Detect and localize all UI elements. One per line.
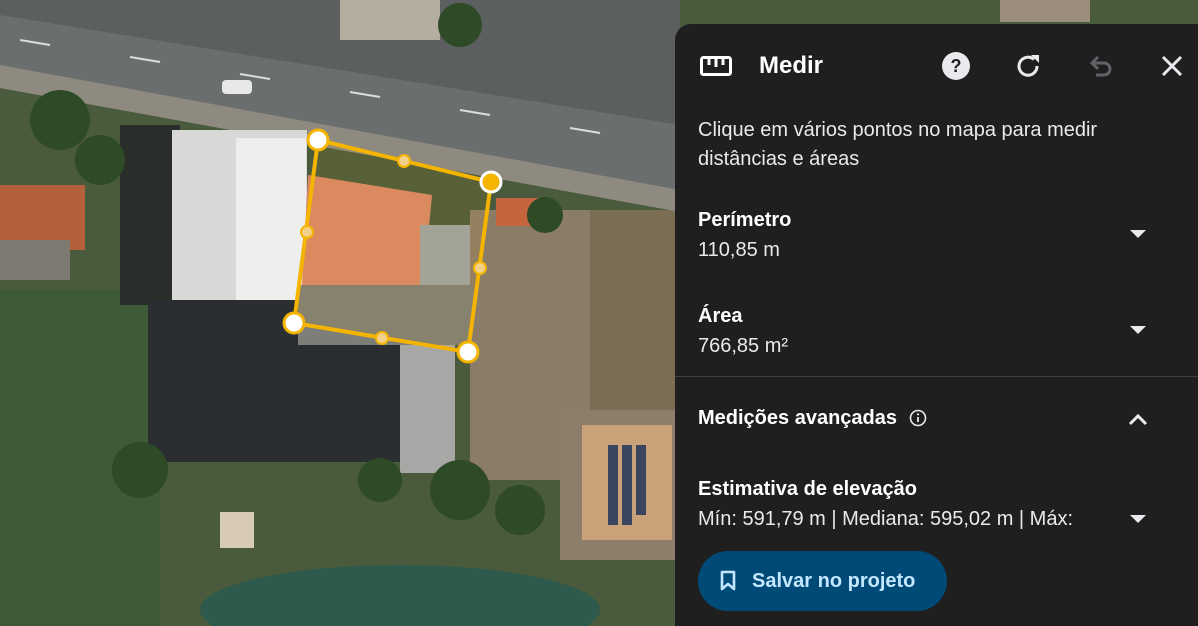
white-warehouse-light [236,138,306,303]
area-section[interactable]: Área 766,85 m² [675,300,1198,376]
caret-down-icon[interactable] [1126,507,1150,531]
midpoint-handle[interactable] [473,261,487,275]
midpoint-handle[interactable] [397,154,411,168]
advanced-label-text: Medições avançadas [698,407,897,429]
building-top-right [1000,0,1090,22]
vertex-handle[interactable] [456,340,480,364]
court-side [400,345,455,473]
advanced-measurements-label: Medições avançadas [698,407,927,433]
panel-header: Medir ? [675,24,1198,108]
elevation-label: Estimativa de elevação [698,478,918,500]
house-roof-gray [0,240,70,280]
panel-footer: Salvar no projeto [675,538,1198,626]
help-icon[interactable]: ? [938,48,974,84]
reset-icon[interactable] [1010,48,1046,84]
undo-icon[interactable] [1082,48,1118,84]
warehouse-shadow [120,125,180,305]
dirt-lot-2 [590,210,680,410]
measure-panel: Medir ? Clique em vários pontos no mapa … [675,24,1198,626]
area-value: 766,85 m² [698,335,789,357]
midpoint-handle[interactable] [300,225,314,239]
bookmark-icon [720,570,736,592]
ruler-icon [698,48,734,84]
panel-title: Medir [759,52,824,79]
save-button-label: Salvar no projeto [752,569,916,592]
close-icon[interactable] [1154,48,1190,84]
solar-panels [608,445,646,525]
elevation-section[interactable]: Estimativa de elevação Mín: 591,79 m | M… [675,474,1198,538]
car [222,80,252,94]
svg-text:?: ? [951,56,962,76]
info-icon[interactable] [909,409,927,433]
midpoint-handle[interactable] [375,331,389,345]
building-top [340,0,440,40]
caret-down-icon[interactable] [1126,318,1150,342]
vertex-handle-active[interactable] [479,170,503,194]
caret-down-icon[interactable] [1126,222,1150,246]
vertex-handle[interactable] [282,311,306,335]
small-building [220,512,254,548]
area-label: Área [698,305,743,327]
divider [675,376,1198,377]
perimeter-value: 110,85 m [698,239,780,261]
vertex-handle[interactable] [306,128,330,152]
perimeter-section[interactable]: Perímetro 110,85 m [675,204,1198,284]
chevron-up-icon[interactable] [1126,408,1150,432]
advanced-measurements-header[interactable]: Medições avançadas [675,400,1198,440]
instructions-text: Clique em vários pontos no mapa para med… [698,119,1098,170]
elevation-value: Mín: 591,79 m | Mediana: 595,02 m | Máx: [698,508,1074,530]
perimeter-label: Perímetro [698,209,792,231]
save-to-project-button[interactable]: Salvar no projeto [698,551,947,611]
